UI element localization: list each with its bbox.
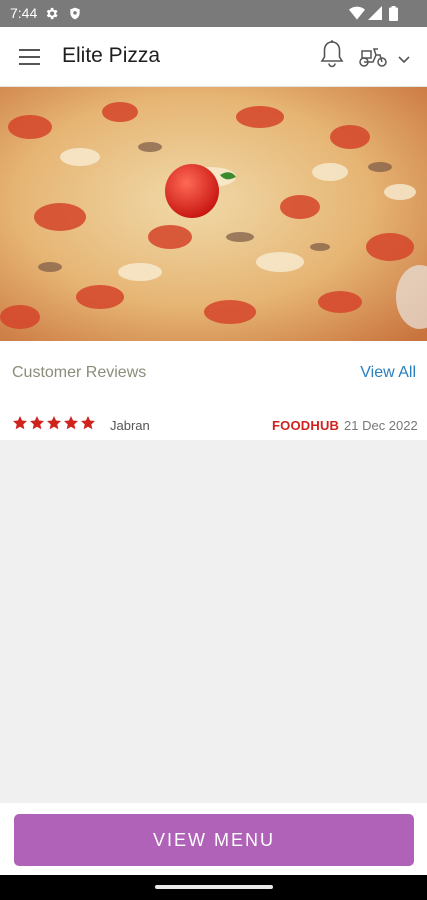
status-time: 7:44 [10,5,38,21]
page-title: Elite Pizza [62,44,161,67]
star-icon [81,416,95,430]
view-all-link[interactable]: View All [360,364,416,382]
bottom-action-bar: VIEW MENU [0,803,427,875]
gear-icon [44,6,59,21]
notification-bell-icon[interactable] [318,39,346,69]
shield-icon [68,6,82,21]
star-icon [13,416,27,430]
app-bar: Elite Pizza [0,27,427,87]
system-navigation-bar [0,875,427,900]
hamburger-menu-icon[interactable] [18,46,42,68]
delivery-scooter-icon[interactable] [358,43,388,69]
chevron-down-icon[interactable] [397,52,411,64]
view-menu-button[interactable]: VIEW MENU [14,814,414,866]
star-icon [30,416,44,430]
star-icon [64,416,78,430]
pizza-photo [0,87,427,341]
star-icon [47,416,61,430]
review-source-logo: FOODHUB [272,418,340,433]
review-date: 21 Dec 2022 [344,418,418,433]
home-gesture-handle[interactable] [155,885,273,889]
star-rating [12,415,96,431]
reviews-heading: Customer Reviews [12,364,147,381]
battery-icon [389,6,398,21]
customer-reviews-section: Customer Reviews View All Jabran FOODHUB… [0,341,427,440]
signal-icon [368,6,382,20]
status-bar: 7:44 [0,0,427,27]
wifi-icon [349,6,365,20]
reviewer-name: Jabran [110,418,150,433]
